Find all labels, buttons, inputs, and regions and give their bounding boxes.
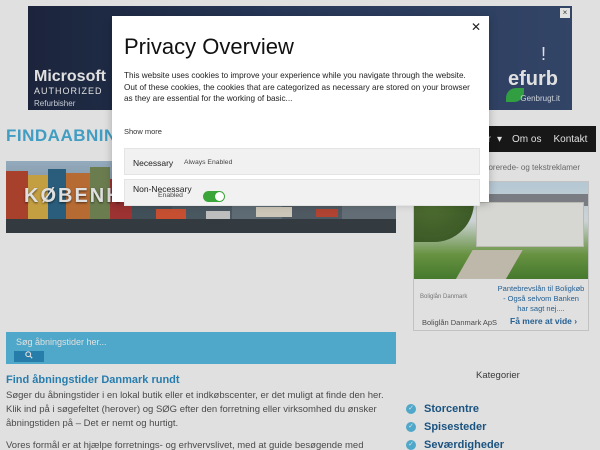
close-icon[interactable]: ✕ xyxy=(469,20,483,34)
cookie-row-status: Always Enabled xyxy=(184,159,233,166)
cookie-row-necessary[interactable]: Necessary Always Enabled xyxy=(124,148,480,175)
cookie-row-label: Necessary xyxy=(133,158,174,168)
modal-description: This website uses cookies to improve you… xyxy=(124,71,470,103)
toggle-knob xyxy=(215,192,224,201)
cookie-row-non-necessary[interactable]: Non-Necessary Enabled xyxy=(124,179,480,206)
show-more-link[interactable]: Show more xyxy=(124,127,162,136)
non-necessary-toggle[interactable] xyxy=(203,191,225,202)
modal-title: Privacy Overview xyxy=(124,34,294,59)
cookie-row-status: Enabled xyxy=(158,192,183,199)
privacy-modal: Privacy Overview ✕ This website uses coo… xyxy=(112,16,489,206)
page: - ! Microsoft AUTHORIZED Refurbisher efu… xyxy=(0,0,600,450)
